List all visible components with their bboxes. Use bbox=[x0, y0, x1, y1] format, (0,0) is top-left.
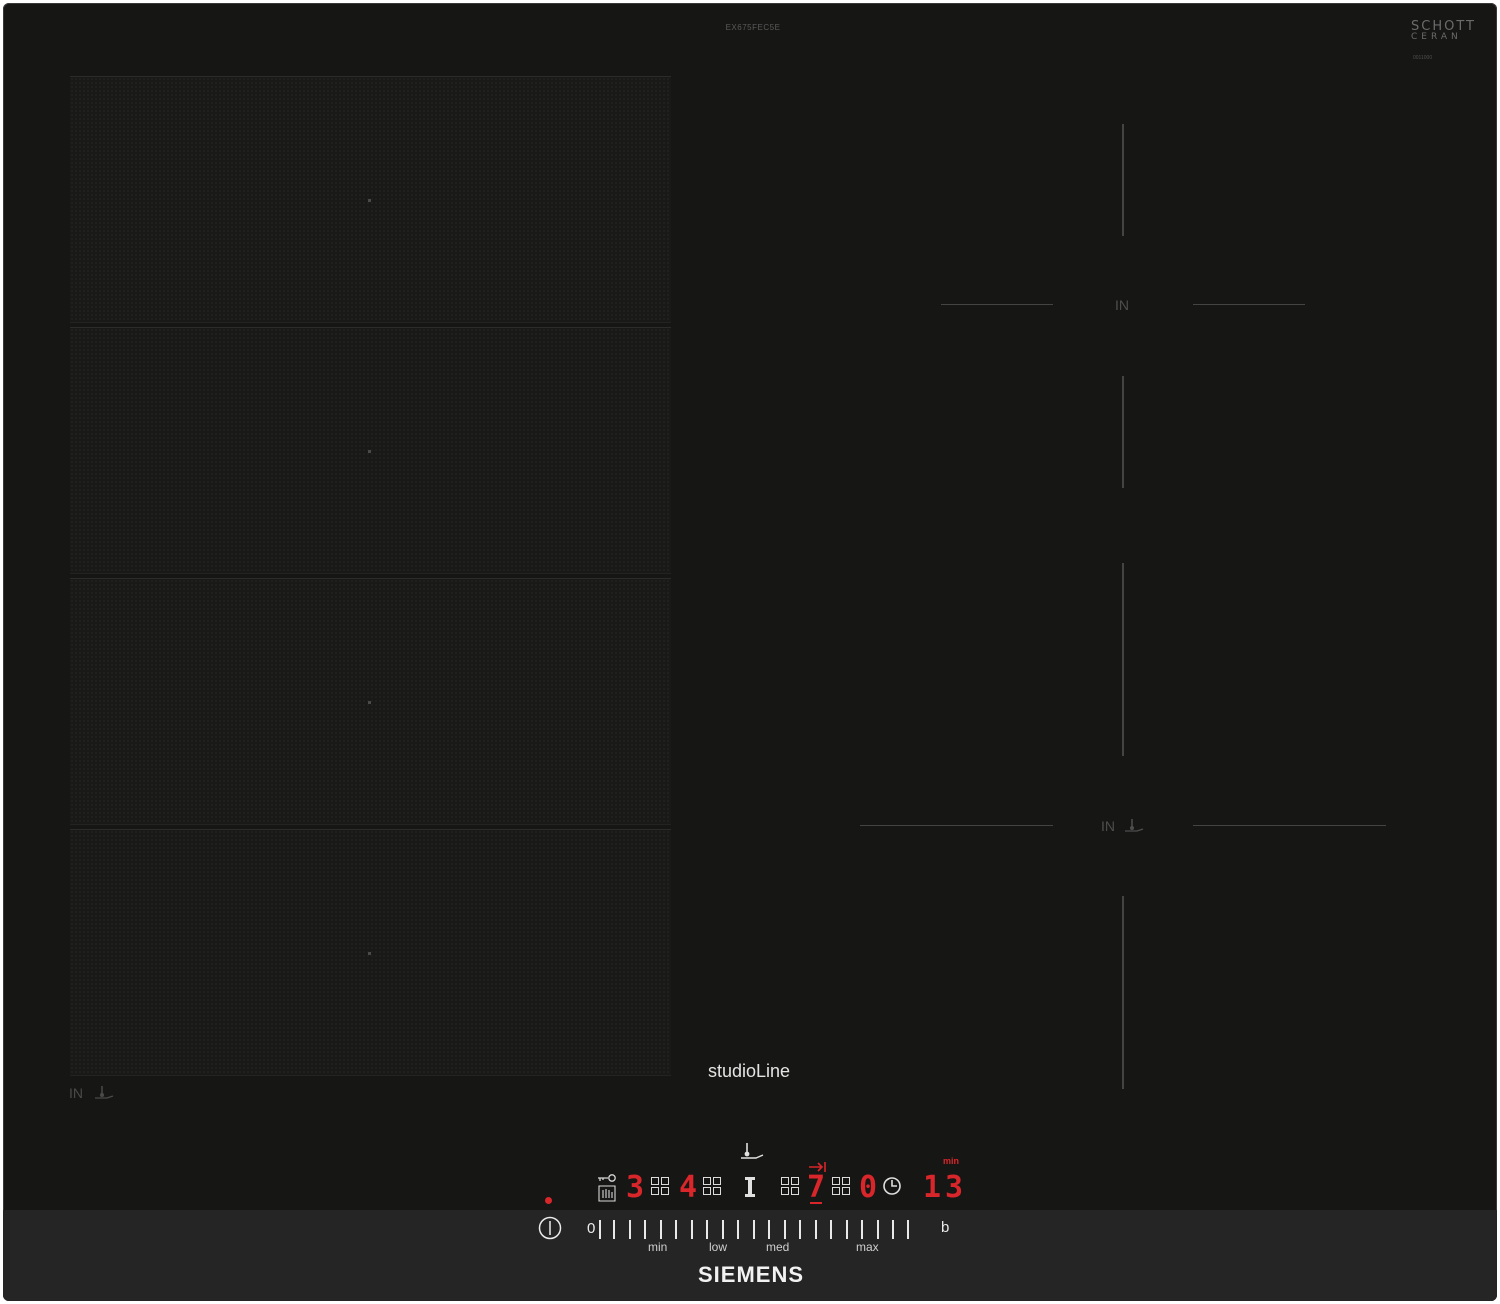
slider-tick[interactable] bbox=[722, 1220, 724, 1239]
power-indicator-led bbox=[545, 1197, 552, 1204]
slider-tick[interactable] bbox=[892, 1220, 894, 1239]
frying-sensor-button[interactable] bbox=[739, 1141, 765, 1161]
zone-indicator-icon[interactable] bbox=[743, 1175, 759, 1201]
zone-guide-lower-right bbox=[1193, 825, 1386, 826]
induction-label: IN bbox=[69, 1085, 83, 1101]
slider-tick[interactable] bbox=[644, 1220, 646, 1239]
power-level-readout-2: 4 bbox=[679, 1170, 698, 1205]
flex-zone-segment-1[interactable] bbox=[70, 76, 671, 323]
slider-tick[interactable] bbox=[768, 1220, 770, 1239]
slider-tick[interactable] bbox=[907, 1220, 909, 1239]
model-code: EX675FEC5E bbox=[725, 23, 781, 32]
slider-tick[interactable] bbox=[706, 1220, 708, 1239]
slider-tick[interactable] bbox=[629, 1220, 631, 1239]
slider-tick[interactable] bbox=[799, 1220, 801, 1239]
zone-guide-upper-bottom bbox=[1122, 376, 1124, 488]
induction-label: IN bbox=[1101, 818, 1115, 834]
timer-readout: 13 bbox=[923, 1170, 968, 1205]
zone-guide-lower-bottom bbox=[1122, 896, 1124, 1089]
flex-zone-icon[interactable] bbox=[781, 1177, 799, 1195]
zone-marker bbox=[368, 199, 371, 202]
series-name: studioLine bbox=[708, 1061, 791, 1081]
flex-zone-segment-2[interactable] bbox=[70, 327, 671, 574]
level-label-min: min bbox=[648, 1240, 668, 1254]
boost-underline bbox=[810, 1202, 822, 1204]
timer-unit: min bbox=[943, 1156, 960, 1166]
flex-zone-icon[interactable] bbox=[832, 1177, 850, 1195]
slider-tick[interactable] bbox=[784, 1220, 786, 1239]
upper-zone-label: IN bbox=[1115, 297, 1129, 313]
flex-zone-segment-4[interactable] bbox=[70, 829, 671, 1076]
power-level-readout-1: 3 bbox=[626, 1170, 645, 1205]
slider-tick[interactable] bbox=[846, 1220, 848, 1239]
brand-logo: SIEMENS bbox=[698, 1262, 805, 1287]
flex-zone-icon[interactable] bbox=[703, 1177, 721, 1195]
zone-guide-lower-top bbox=[1122, 563, 1124, 756]
flex-zone-label: IN bbox=[69, 1085, 115, 1101]
slider-tick[interactable] bbox=[877, 1220, 879, 1239]
power-level-readout-4: 0 bbox=[859, 1170, 878, 1205]
level-label-med: med bbox=[766, 1240, 790, 1254]
glass-code: 0011000 bbox=[1413, 55, 1433, 61]
zone-guide-upper-right bbox=[1193, 304, 1305, 305]
zone-guide-upper-top bbox=[1122, 124, 1124, 236]
glass-brand-line1: SCHOTT bbox=[1411, 19, 1476, 34]
zone-marker bbox=[368, 450, 371, 453]
slider-tick[interactable] bbox=[675, 1220, 677, 1239]
cooktop: EX675FEC5E SCHOTT CERAN 0011000 IN IN IN bbox=[3, 3, 1497, 1301]
slider-tick[interactable] bbox=[691, 1220, 693, 1239]
slider-tick[interactable] bbox=[613, 1220, 615, 1239]
slider-tick[interactable] bbox=[830, 1220, 832, 1239]
lower-zone-label: IN bbox=[1101, 818, 1145, 834]
slider-tick[interactable] bbox=[753, 1220, 755, 1239]
slider-zero-label[interactable]: 0 bbox=[587, 1220, 595, 1237]
glass-brand: SCHOTT CERAN bbox=[1411, 19, 1476, 43]
zone-guide-upper-left bbox=[941, 304, 1053, 305]
power-icon[interactable] bbox=[537, 1215, 563, 1241]
flex-zone-segment-3[interactable] bbox=[70, 578, 671, 825]
zone-marker bbox=[368, 701, 371, 704]
slider-tick[interactable] bbox=[737, 1220, 739, 1239]
zone-marker bbox=[368, 952, 371, 955]
slider-tick[interactable] bbox=[861, 1220, 863, 1239]
boost-button[interactable]: b bbox=[941, 1219, 949, 1236]
induction-label: IN bbox=[1115, 297, 1129, 313]
power-level-readout-3: 7 bbox=[807, 1170, 826, 1205]
zone-guide-lower-left bbox=[860, 825, 1053, 826]
slider-tick[interactable] bbox=[660, 1220, 662, 1239]
frying-sensor-icon bbox=[1125, 819, 1144, 832]
slider-tick[interactable] bbox=[815, 1220, 817, 1239]
frying-sensor-icon bbox=[95, 1086, 114, 1099]
level-label-low: low bbox=[709, 1240, 728, 1254]
timer-icon[interactable] bbox=[881, 1175, 903, 1197]
flex-zone-icon[interactable] bbox=[651, 1177, 669, 1195]
lock-icon[interactable] bbox=[595, 1173, 619, 1205]
slider-tick[interactable] bbox=[599, 1220, 601, 1239]
level-label-max: max bbox=[856, 1240, 879, 1254]
